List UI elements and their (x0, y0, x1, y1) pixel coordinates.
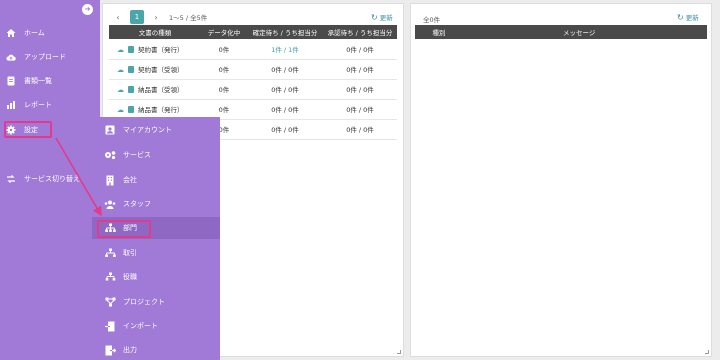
annotation-arrow (55, 137, 102, 217)
